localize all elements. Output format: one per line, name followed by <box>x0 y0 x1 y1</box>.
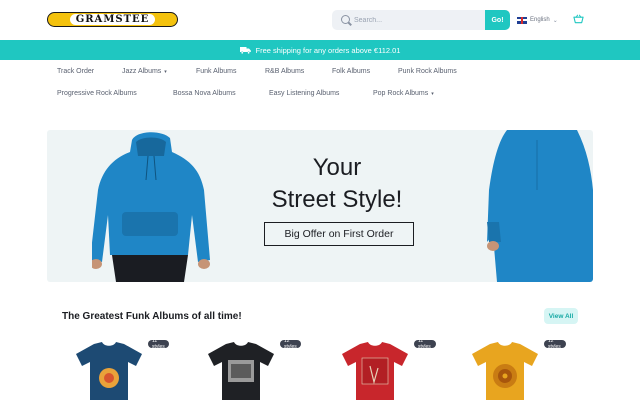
styles-badge: 12 styles <box>544 338 566 350</box>
product-card[interactable]: 11 styles <box>68 338 169 400</box>
search-input[interactable] <box>354 12 482 28</box>
tshirt-image <box>472 342 538 400</box>
tshirt-image <box>208 342 274 400</box>
chevron-down-icon: ▾ <box>164 68 167 75</box>
free-shipping-banner: Free shipping for any orders above €112.… <box>0 40 640 60</box>
hero-headline-line1: Your <box>312 154 362 181</box>
language-selector[interactable]: English ⌄ <box>517 15 558 25</box>
gramstee-logo[interactable]: GRAMSTEE <box>47 12 178 27</box>
chevron-down-icon: ⌄ <box>552 17 558 24</box>
language-label: English <box>530 17 550 23</box>
hero-banner[interactable]: Your Street Style! Big Offer on First Or… <box>47 130 593 282</box>
nav-item-bossa-nova-albums[interactable]: Bossa Nova Albums <box>173 90 236 97</box>
nav-item-jazz-albums[interactable]: Jazz Albums ▾ <box>122 68 167 75</box>
big-offer-button[interactable]: Big Offer on First Order <box>264 222 414 246</box>
section-title: The Greatest Funk Albums of all time! <box>62 311 242 322</box>
hoodie-model-right-image <box>487 130 593 282</box>
styles-badge: 11 styles <box>148 338 169 350</box>
free-shipping-text: Free shipping for any orders above €112.… <box>255 45 401 55</box>
chevron-down-icon: ▾ <box>431 90 434 97</box>
styles-badge: 12 styles <box>280 338 301 350</box>
uk-flag-icon <box>517 16 527 24</box>
nav-item-easy-listening-albums[interactable]: Easy Listening Albums <box>269 90 339 97</box>
search-icon <box>341 15 350 24</box>
product-card[interactable]: 11 styles <box>336 338 436 400</box>
nav-item-folk-albums[interactable]: Folk Albums <box>332 68 370 75</box>
product-card[interactable]: 12 styles <box>466 338 566 400</box>
nav-item-progressive-rock-albums[interactable]: Progressive Rock Albums <box>57 90 137 97</box>
nav-item-rnb-albums[interactable]: R&B Albums <box>265 68 304 75</box>
nav-item-punk-rock-albums[interactable]: Punk Rock Albums <box>398 68 457 75</box>
logo-text: GRAMSTEE <box>75 14 150 25</box>
truck-icon <box>239 47 251 54</box>
tshirt-image <box>342 342 408 400</box>
view-all-button[interactable]: View All <box>544 308 578 324</box>
hoodie-model-left-image <box>92 132 210 282</box>
search-go-button[interactable]: Go! <box>485 10 510 30</box>
product-card[interactable]: 12 styles <box>200 338 301 400</box>
styles-badge: 11 styles <box>414 338 436 350</box>
nav-item-pop-rock-albums[interactable]: Pop Rock Albums ▾ <box>373 90 434 97</box>
tshirt-image <box>76 342 142 400</box>
site-header: GRAMSTEE Go! English ⌄ <box>0 0 640 40</box>
nav-item-track-order[interactable]: Track Order <box>57 68 94 75</box>
basket-icon[interactable] <box>573 14 584 24</box>
nav-item-funk-albums[interactable]: Funk Albums <box>196 68 236 75</box>
search-box <box>332 10 510 30</box>
hero-headline-line2: Street Style! <box>271 186 403 213</box>
